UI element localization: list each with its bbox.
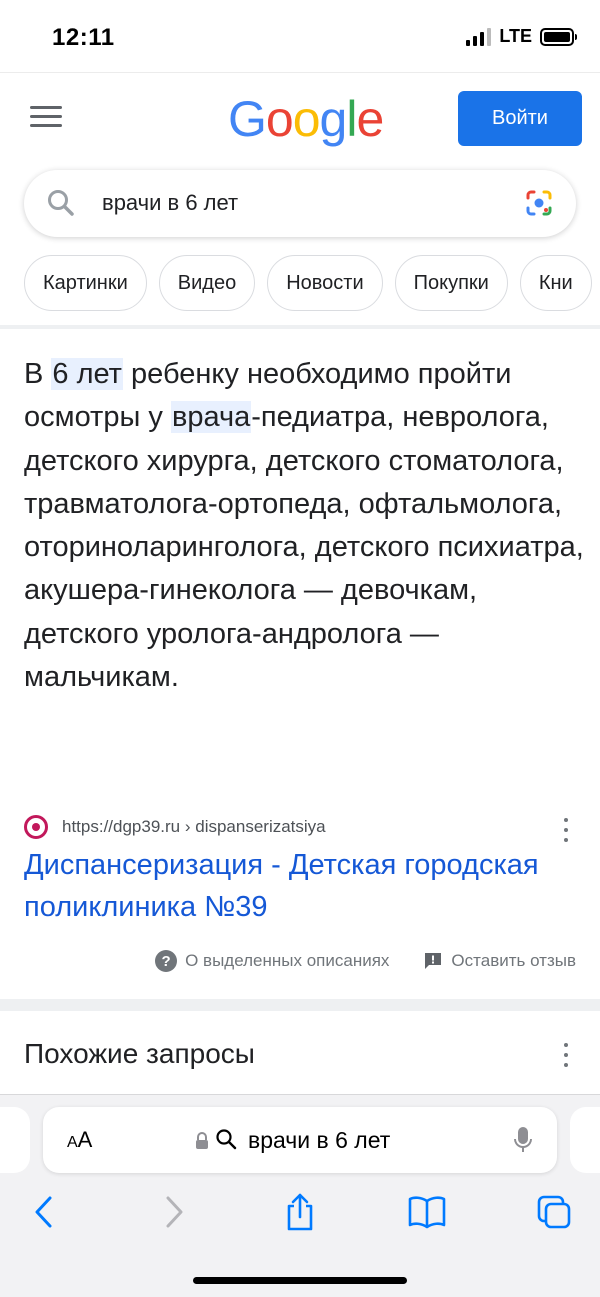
about-snippets-link[interactable]: ? О выделенных описаниях [155, 950, 389, 972]
google-header: Google Войти [0, 72, 600, 166]
battery-icon [540, 27, 577, 46]
highlight-age: 6 лет [51, 358, 123, 390]
address-bar[interactable]: AA врачи в 6 лет [43, 1107, 557, 1173]
source-row: https://dgp39.ru › dispanserizatsiya [24, 814, 584, 840]
chip-images[interactable]: Картинки [24, 255, 147, 311]
source-url[interactable]: https://dgp39.ru › dispanserizatsiya [62, 817, 326, 837]
more-options-icon[interactable] [561, 818, 571, 842]
search-box[interactable]: врачи в 6 лет [24, 170, 576, 237]
search-icon[interactable] [46, 188, 76, 218]
safari-toolbar [0, 1188, 600, 1236]
status-time: 12:11 [52, 24, 115, 51]
network-label: LTE [499, 26, 532, 46]
result-title-link[interactable]: Диспансеризация - Детская городская поли… [24, 844, 564, 928]
page-settings-button[interactable]: AA [67, 1127, 92, 1153]
address-text[interactable]: врачи в 6 лет [248, 1127, 390, 1154]
back-icon[interactable] [22, 1188, 66, 1236]
highlight-doctor: врача [170, 401, 252, 434]
section-divider [0, 999, 600, 1011]
home-indicator[interactable] [193, 1277, 407, 1284]
related-more-icon[interactable] [561, 1043, 571, 1067]
previous-tab-preview[interactable] [0, 1107, 30, 1173]
chip-video[interactable]: Видео [158, 255, 256, 311]
feedback-row: ? О выделенных описаниях Оставить отзыв [155, 950, 576, 972]
share-icon[interactable] [278, 1188, 322, 1236]
feedback-icon [425, 953, 442, 969]
chip-news[interactable]: Новости [267, 255, 383, 311]
chip-shopping[interactable]: Покупки [394, 255, 508, 311]
hamburger-menu-icon[interactable] [30, 106, 62, 130]
tabs-icon[interactable] [532, 1188, 576, 1236]
related-searches-title: Похожие запросы [24, 1038, 255, 1069]
microphone-icon[interactable] [513, 1126, 533, 1154]
google-lens-icon[interactable] [524, 188, 554, 218]
google-logo[interactable]: Google [228, 90, 384, 148]
feedback-link[interactable]: Оставить отзыв [423, 951, 576, 971]
status-indicators: LTE [466, 26, 577, 47]
search-input[interactable]: врачи в 6 лет [102, 190, 238, 216]
section-divider [0, 325, 600, 329]
lock-icon [196, 1132, 208, 1149]
help-icon: ? [155, 950, 178, 972]
signin-button[interactable]: Войти [458, 91, 582, 146]
featured-snippet-text: В 6 лет ребенку необходимо пройти осмотр… [24, 358, 584, 694]
search-icon [216, 1129, 237, 1150]
signal-icon [466, 27, 492, 46]
forward-icon[interactable] [152, 1188, 196, 1236]
site-favicon-icon [24, 815, 48, 839]
search-filter-chips: Картинки Видео Новости Покупки Кни [24, 255, 592, 311]
bookmarks-icon[interactable] [405, 1188, 449, 1236]
chip-books[interactable]: Кни [519, 255, 592, 311]
status-bar: 12:11 LTE [0, 0, 600, 72]
next-tab-preview[interactable] [570, 1107, 600, 1173]
